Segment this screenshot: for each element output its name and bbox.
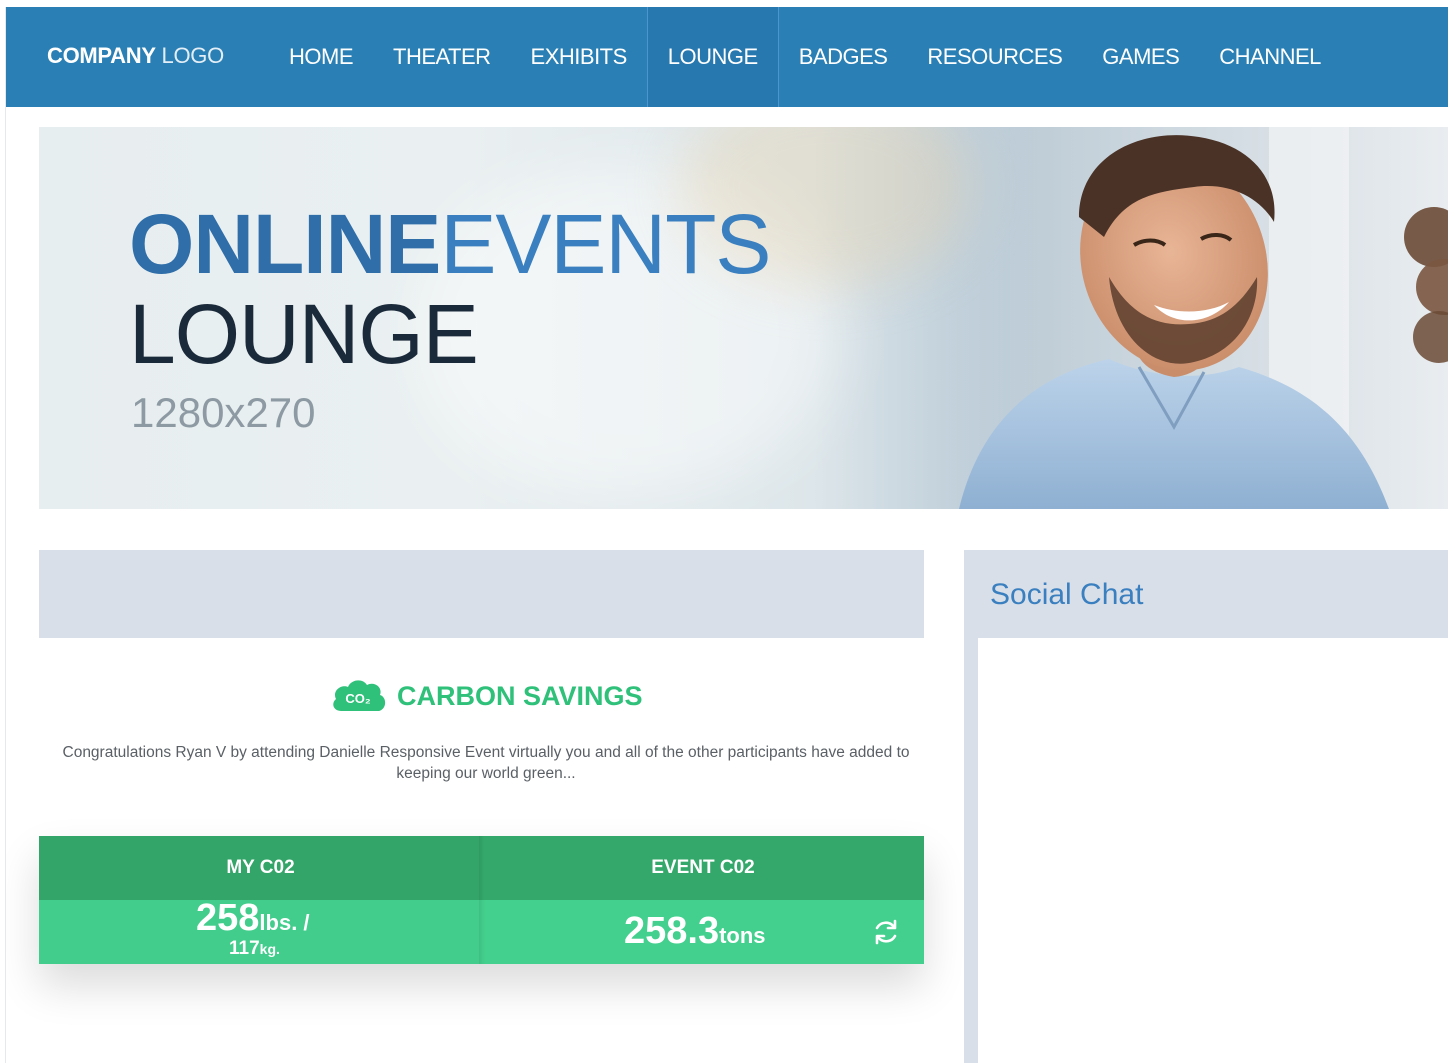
content-panel-header (39, 550, 924, 638)
nav-item-theater[interactable]: THEATER (373, 7, 511, 107)
page-frame: COMPANY LOGO HOME THEATER EXHIBITS LOUNG… (5, 7, 1448, 1063)
co2-badge-text: CO₂ (345, 691, 371, 706)
logo-bold-text: COMPANY (47, 43, 156, 68)
social-chat-panel: Social Chat (964, 550, 1448, 1063)
my-co2-stat: MY C02 258lbs. / 117kg. (39, 836, 482, 964)
my-co2-kg: 117kg. (229, 938, 280, 960)
nav-item-games[interactable]: GAMES (1082, 7, 1199, 107)
hero-title-bold: ONLINE (129, 197, 441, 291)
smiling-man-photo (939, 127, 1448, 509)
hero-subtitle: LOUNGE (129, 287, 479, 381)
co2-cloud-icon: CO₂ (333, 680, 386, 711)
refresh-icon[interactable] (870, 916, 902, 948)
event-co2-stat: EVENT C02 258.3tons (482, 836, 924, 964)
carbon-savings-heading: CO₂ CARBON SAVINGS (329, 675, 643, 717)
main-menu: HOME THEATER EXHIBITS LOUNGE BADGES RESO… (269, 7, 1341, 107)
co2-stats: MY C02 258lbs. / 117kg. EVENT C02 258.3t… (39, 836, 924, 964)
hero-banner: ONLINEEVENTS LOUNGE 1280x270 (39, 127, 1448, 509)
my-co2-value-box: 258lbs. / 117kg. (39, 897, 482, 964)
nav-item-badges[interactable]: BADGES (779, 7, 908, 107)
social-chat-title: Social Chat (990, 578, 1144, 611)
event-co2-unit: tons (719, 923, 766, 948)
carbon-savings-title: CARBON SAVINGS (397, 680, 643, 711)
event-co2-amount: 258.3tons (624, 908, 766, 962)
event-co2-value-box: 258.3tons (482, 900, 924, 964)
nav-item-exhibits[interactable]: EXHIBITS (511, 7, 647, 107)
hero-title: ONLINEEVENTS (129, 202, 771, 286)
event-co2-value: 258.3 (624, 910, 720, 952)
nav-item-channel[interactable]: CHANNEL (1199, 7, 1341, 107)
hero-title-thin: EVENTS (440, 197, 771, 291)
nav-item-lounge[interactable]: LOUNGE (646, 7, 779, 107)
hero-dimensions-label: 1280x270 (131, 389, 316, 436)
my-co2-kg-value: 117 (229, 938, 260, 959)
event-co2-label: EVENT C02 (482, 836, 924, 900)
top-navigation: COMPANY LOGO HOME THEATER EXHIBITS LOUNG… (6, 7, 1448, 107)
nav-item-resources[interactable]: RESOURCES (907, 7, 1082, 107)
nav-item-home[interactable]: HOME (269, 7, 373, 107)
stats-divider (479, 836, 485, 964)
logo-light-text: LOGO (161, 43, 225, 68)
social-chat-body[interactable] (978, 638, 1448, 1063)
my-co2-kg-unit: kg. (259, 941, 280, 957)
company-logo[interactable]: COMPANY LOGO (47, 43, 224, 69)
my-co2-lbs-unit: lbs. / (259, 910, 310, 935)
my-co2-lbs-value: 258 (196, 897, 260, 939)
my-co2-label: MY C02 (39, 836, 482, 900)
carbon-savings-message: Congratulations Ryan V by attending Dani… (62, 744, 910, 782)
